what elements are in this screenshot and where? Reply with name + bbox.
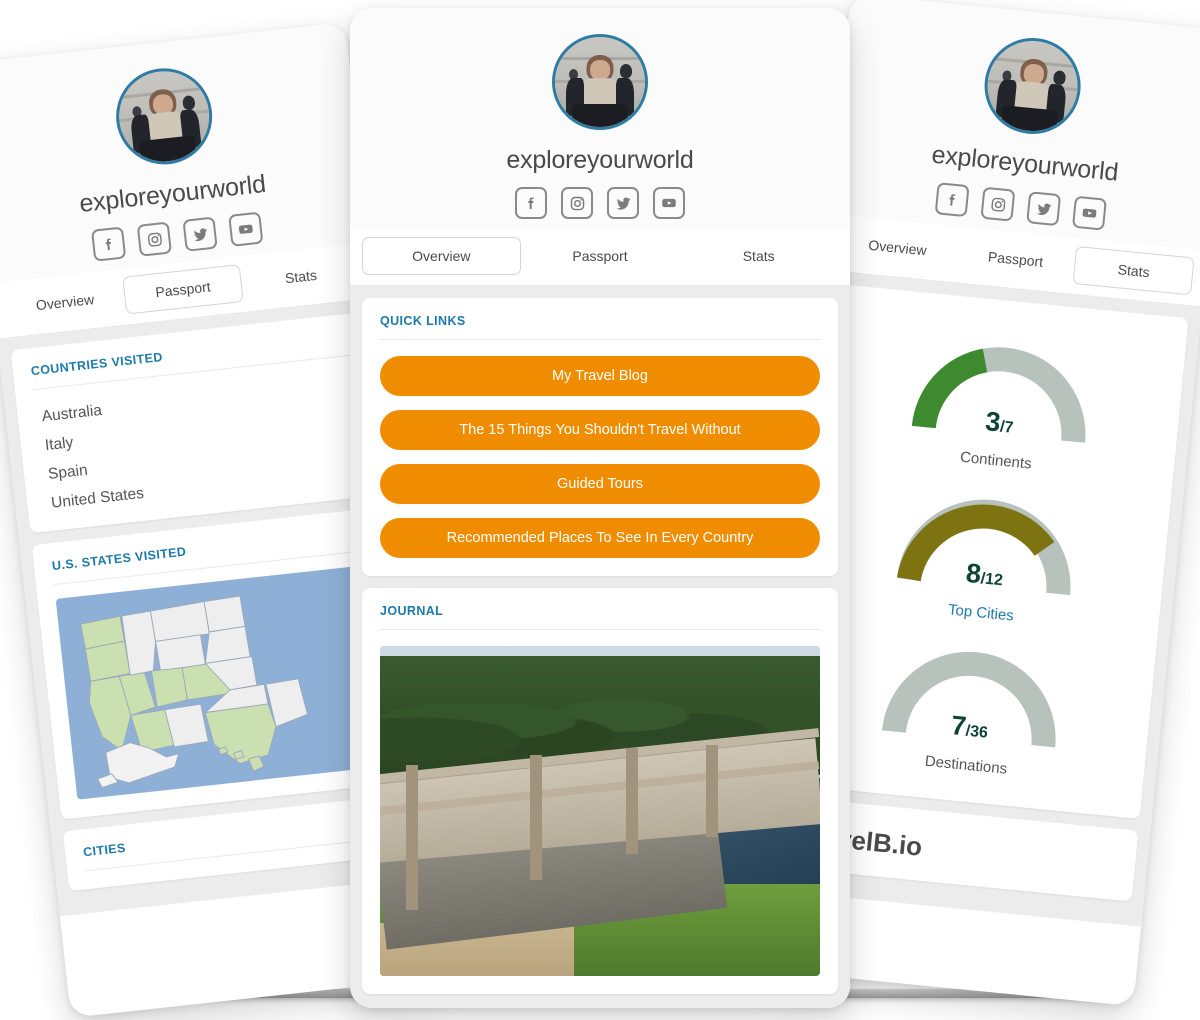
gauge-continents: 3/7 Continents — [836, 319, 1168, 485]
social-links — [350, 187, 850, 219]
facebook-icon[interactable] — [515, 187, 547, 219]
tab-stats[interactable]: Stats — [1072, 246, 1195, 296]
avatar — [980, 33, 1086, 139]
facebook-icon[interactable] — [934, 182, 970, 218]
quick-link-button[interactable]: My Travel Blog — [380, 356, 820, 396]
panel-journal: JOURNAL — [362, 588, 838, 994]
tab-passport[interactable]: Passport — [121, 264, 244, 315]
tab-overview[interactable]: Overview — [362, 237, 521, 275]
profile-handle: exploreyourworld — [506, 146, 694, 174]
journal-title: JOURNAL — [380, 604, 820, 630]
avatar — [111, 63, 218, 170]
twitter-icon[interactable] — [1026, 191, 1062, 227]
tab-passport[interactable]: Passport — [521, 237, 680, 275]
profile-card-center: exploreyourworld Overview Passport Stats — [350, 8, 850, 1008]
twitter-icon[interactable] — [607, 187, 639, 219]
us-map-svg — [62, 570, 389, 794]
screenshot-stage: exploreyourworld Overview Passport Stats — [0, 0, 1200, 1020]
profile-header-left: exploreyourworld — [0, 22, 369, 284]
panel-countries-visited: COUNTRIES VISITED Australia Italy Spain … — [10, 311, 385, 534]
quick-links-title: QUICK LINKS — [380, 314, 820, 340]
tab-overview[interactable]: Overview — [837, 223, 959, 272]
quick-link-button[interactable]: The 15 Things You Shouldn't Travel Witho… — [380, 410, 820, 450]
profile-header-center: exploreyourworld — [350, 8, 850, 229]
youtube-icon[interactable] — [228, 211, 264, 247]
quick-link-button[interactable]: Recommended Places To See In Every Count… — [380, 518, 820, 558]
journal-photo[interactable] — [380, 646, 820, 976]
facebook-icon[interactable] — [90, 226, 127, 262]
panels-center: QUICK LINKS My Travel Blog The 15 Things… — [350, 286, 850, 1008]
gauge-destinations: 7/36 Destinations — [806, 624, 1138, 790]
gauge-top-cities: 8/12 Top Cities — [821, 471, 1153, 637]
instagram-icon[interactable] — [561, 187, 593, 219]
instagram-icon[interactable] — [136, 221, 172, 257]
avatar — [552, 34, 648, 130]
tab-passport[interactable]: Passport — [955, 234, 1077, 283]
countries-list: Australia Italy Spain United States — [34, 364, 365, 514]
youtube-icon[interactable] — [1071, 195, 1107, 231]
quick-link-button[interactable]: Guided Tours — [380, 464, 820, 504]
panel-quick-links: QUICK LINKS My Travel Blog The 15 Things… — [362, 298, 838, 576]
tab-overview[interactable]: Overview — [4, 277, 126, 328]
tab-stats[interactable]: Stats — [679, 237, 838, 275]
twitter-icon[interactable] — [182, 216, 218, 252]
tab-stats[interactable]: Stats — [240, 251, 362, 302]
youtube-icon[interactable] — [653, 187, 685, 219]
instagram-icon[interactable] — [980, 186, 1016, 222]
us-map[interactable] — [55, 564, 396, 800]
quick-links-list: My Travel Blog The 15 Things You Shouldn… — [380, 356, 820, 558]
tab-bar-center: Overview Passport Stats — [350, 229, 850, 286]
profile-header-right: exploreyourworld — [829, 0, 1200, 251]
